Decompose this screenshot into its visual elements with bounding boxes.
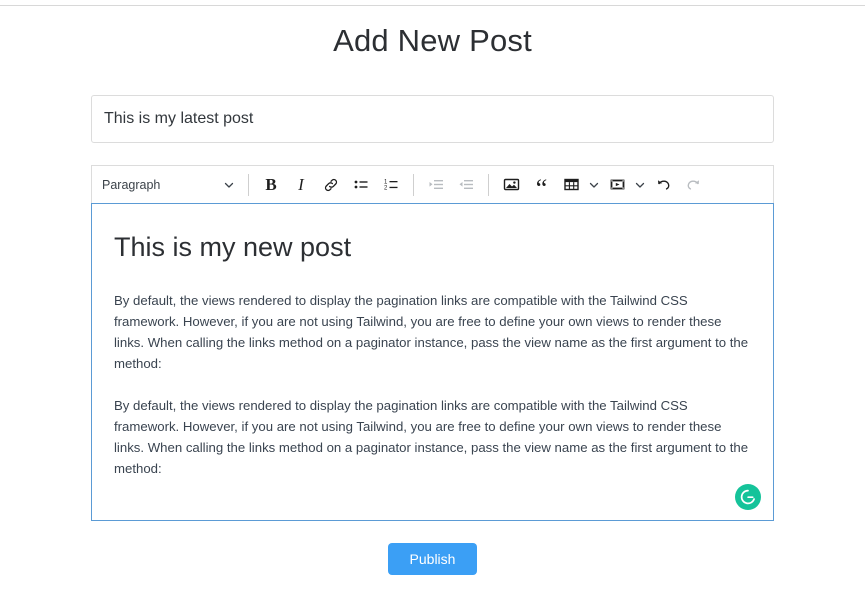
block-format-label: Paragraph xyxy=(102,177,161,192)
post-title-input[interactable] xyxy=(91,95,774,143)
link-icon xyxy=(323,177,339,193)
bold-button[interactable]: B xyxy=(257,171,285,199)
decrease-indent-icon xyxy=(428,176,445,193)
editor-content-area[interactable]: This is my new post By default, the view… xyxy=(91,203,774,521)
numbered-list-button[interactable]: 1 2 xyxy=(377,171,405,199)
increase-indent-button xyxy=(452,171,480,199)
editor-toolbar: Paragraph B I 1 2 “ xyxy=(91,165,774,203)
bold-icon: B xyxy=(265,175,277,194)
media-icon xyxy=(609,176,626,193)
undo-button[interactable] xyxy=(649,171,677,199)
table-icon xyxy=(563,176,580,193)
undo-icon xyxy=(655,176,672,193)
blockquote-icon: “ xyxy=(535,174,548,203)
bulleted-list-icon xyxy=(353,176,370,193)
media-chevron-down-icon[interactable] xyxy=(632,171,648,199)
editor-paragraph: By default, the views rendered to displa… xyxy=(114,398,749,476)
block-format-dropdown[interactable]: Paragraph xyxy=(98,171,241,199)
increase-indent-icon xyxy=(458,176,475,193)
numbered-list-icon: 1 2 xyxy=(383,176,400,193)
editor-heading: This is my new post xyxy=(114,232,352,262)
blockquote-button[interactable]: “ xyxy=(527,171,555,203)
redo-button xyxy=(679,171,707,199)
image-icon xyxy=(503,176,520,193)
decrease-indent-button xyxy=(422,171,450,199)
chevron-down-icon xyxy=(221,171,237,199)
insert-media-button[interactable] xyxy=(603,171,631,199)
table-control xyxy=(556,171,602,199)
rich-text-editor: Paragraph B I 1 2 “ This is my new post … xyxy=(91,165,774,521)
toolbar-separator xyxy=(413,173,414,196)
editor-paragraph: By default, the views rendered to displa… xyxy=(114,293,749,371)
bulleted-list-button[interactable] xyxy=(347,171,375,199)
svg-text:2: 2 xyxy=(384,185,388,191)
page-title: Add New Post xyxy=(333,23,532,58)
post-form: Paragraph B I xyxy=(91,60,774,575)
publish-button[interactable]: Publish xyxy=(387,543,478,575)
italic-button[interactable]: I xyxy=(287,171,315,199)
media-control xyxy=(602,171,648,199)
link-button[interactable] xyxy=(317,171,345,199)
table-chevron-down-icon[interactable] xyxy=(586,171,602,199)
toolbar-separator xyxy=(248,173,249,196)
toolbar-separator xyxy=(488,173,489,196)
form-actions: Publish xyxy=(91,543,774,575)
grammarly-badge[interactable] xyxy=(735,484,761,510)
insert-table-button[interactable] xyxy=(557,171,585,199)
grammarly-g-icon xyxy=(740,489,755,505)
insert-image-button[interactable] xyxy=(497,171,525,199)
redo-icon xyxy=(685,176,702,193)
add-post-page: Add New Post Paragraph B I xyxy=(0,0,865,575)
italic-icon: I xyxy=(298,175,304,194)
